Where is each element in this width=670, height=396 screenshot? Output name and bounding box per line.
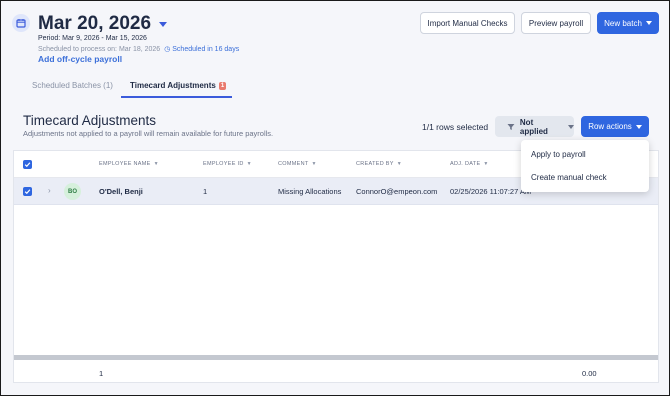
tab-badge: 1	[218, 81, 227, 90]
check-icon	[24, 162, 31, 168]
column-header-label: EMPLOYEE NAME	[99, 161, 151, 167]
menu-item-apply-to-payroll[interactable]: Apply to payroll	[531, 150, 586, 159]
rows-selected-count: 1/1 rows selected	[422, 122, 489, 132]
new-batch-label: New batch	[604, 18, 642, 28]
clock-icon: ◷	[164, 46, 171, 53]
column-header-adj-date[interactable]: ADJ. DATE ▼	[450, 161, 489, 167]
column-header-label: ADJ. DATE	[450, 161, 481, 167]
footer-row-count: 1	[99, 369, 104, 378]
chevron-right-icon[interactable]: ›	[48, 186, 51, 195]
tab-timecard-adjustments[interactable]: Timecard Adjustments 1	[130, 81, 227, 90]
menu-item-create-manual-check[interactable]: Create manual check	[531, 173, 607, 182]
sort-icon: ▼	[311, 161, 317, 167]
payroll-date-title: Mar 20, 2026	[38, 13, 152, 34]
column-header-label: EMPLOYEE ID	[203, 161, 244, 167]
sort-icon: ▼	[396, 161, 402, 167]
employee-name-cell: O'Dell, Benji	[99, 187, 143, 196]
column-header-employee-id[interactable]: EMPLOYEE ID ▼	[203, 161, 252, 167]
filter-icon	[507, 123, 515, 130]
new-batch-button[interactable]: New batch	[597, 12, 659, 34]
column-header-comment[interactable]: COMMENT ▼	[278, 161, 317, 167]
chevron-down-icon	[159, 21, 168, 27]
period-range: Period: Mar 9, 2026 - Mar 15, 2026	[38, 35, 147, 42]
sort-icon: ▼	[153, 161, 159, 167]
preview-payroll-button[interactable]: Preview payroll	[521, 12, 591, 34]
section-title: Timecard Adjustments	[23, 113, 157, 128]
schedule-info: Scheduled to process on: Mar 18, 2026 ◷ …	[38, 45, 239, 54]
add-offcycle-link[interactable]: Add off-cycle payroll	[38, 54, 122, 64]
row-actions-label: Row actions	[588, 122, 632, 131]
payroll-window: Mar 20, 2026 Period: Mar 9, 2026 - Mar 1…	[0, 0, 670, 396]
select-all-checkbox[interactable]	[23, 160, 32, 169]
avatar: BO	[64, 183, 81, 200]
row-actions-button[interactable]: Row actions	[581, 116, 649, 137]
chevron-down-icon	[568, 124, 574, 129]
column-header-label: COMMENT	[278, 161, 309, 167]
chevron-down-icon	[645, 21, 652, 25]
section-subtitle: Adjustments not applied to a payroll wil…	[23, 129, 274, 138]
footer-total: 0.00	[582, 369, 597, 378]
status-filter-dropdown[interactable]: Not applied	[495, 116, 574, 137]
tab-timecard-adjustments-label: Timecard Adjustments	[130, 81, 216, 90]
scheduled-in-text: Scheduled in 16 days	[172, 46, 240, 53]
sort-icon: ▼	[246, 161, 252, 167]
sort-icon: ▼	[483, 161, 489, 167]
column-header-employee-name[interactable]: EMPLOYEE NAME ▼	[99, 161, 159, 167]
import-manual-checks-label: Import Manual Checks	[427, 18, 508, 28]
column-header-label: CREATED BY	[356, 161, 394, 167]
row-checkbox[interactable]	[23, 187, 32, 196]
import-manual-checks-button[interactable]: Import Manual Checks	[420, 12, 515, 34]
horizontal-scrollbar[interactable]	[14, 355, 658, 360]
calendar-icon	[12, 14, 30, 32]
check-icon	[24, 189, 31, 195]
row-actions-menu: Apply to payroll Create manual check	[521, 140, 649, 192]
status-filter-label: Not applied	[519, 117, 548, 136]
column-header-created-by[interactable]: CREATED BY ▼	[356, 161, 402, 167]
scheduled-date: Scheduled to process on: Mar 18, 2026	[38, 45, 161, 53]
created-by-cell: ConnorO@empeon.com	[356, 187, 438, 196]
scheduled-in: ◷ Scheduled in 16 days	[164, 45, 239, 53]
tab-scheduled-batches[interactable]: Scheduled Batches (1)	[32, 81, 113, 90]
chevron-down-icon	[635, 124, 642, 129]
employee-id-cell: 1	[203, 187, 208, 196]
preview-payroll-label: Preview payroll	[528, 18, 584, 28]
adj-date-cell: 02/25/2026 11:07:27 AM	[450, 187, 532, 196]
comment-cell: Missing Allocations	[278, 187, 342, 196]
payroll-date-selector[interactable]: Mar 20, 2026	[38, 13, 168, 35]
active-tab-indicator	[121, 96, 232, 98]
tab-scheduled-batches-label: Scheduled Batches (1)	[32, 81, 113, 90]
